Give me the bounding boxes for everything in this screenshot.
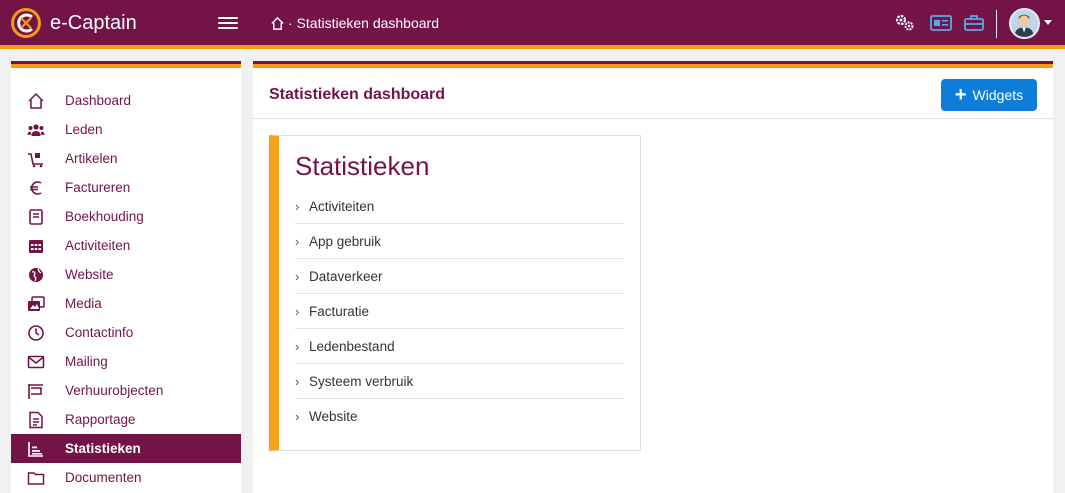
sidebar-item-media[interactable]: Media <box>11 289 241 318</box>
user-avatar[interactable] <box>1009 8 1040 39</box>
sidebar-item-label: Leden <box>65 122 103 137</box>
sidebar-item-mailing[interactable]: Mailing <box>11 347 241 376</box>
sidebar-item-verhuurobjecten[interactable]: Verhuurobjecten <box>11 376 241 405</box>
chevron-right-icon: › <box>295 198 300 214</box>
top-bar: e-Captain · Statistieken dashboard <box>0 0 1065 49</box>
chevron-right-icon: › <box>295 338 300 354</box>
report-icon <box>26 410 46 430</box>
chart-icon <box>26 439 46 459</box>
chevron-right-icon: › <box>295 303 300 319</box>
sidebar-item-contactinfo[interactable]: Contactinfo <box>11 318 241 347</box>
settings-gears-icon[interactable] <box>893 12 917 34</box>
sidebar-nav: Dashboard Leden Artikelen Factureren Boe… <box>11 86 241 492</box>
euro-icon <box>26 178 46 198</box>
widgets-button-label: Widgets <box>972 87 1024 103</box>
hamburger-line <box>218 17 238 19</box>
statistics-list: › Activiteiten › App gebruik › Dataverkeer … <box>295 189 624 434</box>
sidebar-item-boekhouding[interactable]: Boekhouding <box>11 202 241 231</box>
sidebar-item-label: Documenten <box>65 470 142 485</box>
user-avatar-icon <box>1011 10 1038 37</box>
sidebar-item-label: Statistieken <box>65 441 141 456</box>
home-icon <box>26 91 46 111</box>
chevron-right-icon: › <box>295 233 300 249</box>
sidebar-item-documenten[interactable]: Documenten <box>11 463 241 492</box>
user-menu-caret-icon[interactable] <box>1044 20 1052 25</box>
cart-icon <box>26 149 46 169</box>
clock-icon <box>26 323 46 343</box>
globe-icon <box>26 265 46 285</box>
brand-name: e-Captain <box>50 12 137 34</box>
e-captain-logo[interactable] <box>10 7 42 39</box>
stat-link-systeem-verbruik[interactable]: › Systeem verbruik <box>295 364 624 399</box>
sidebar-item-leden[interactable]: Leden <box>11 115 241 144</box>
page-title: Statistieken dashboard <box>269 86 446 103</box>
id-card-icon[interactable] <box>929 12 953 34</box>
sidebar-item-label: Verhuurobjecten <box>65 383 164 398</box>
header-divider <box>996 10 997 38</box>
hamburger-line <box>218 22 238 24</box>
home-icon[interactable] <box>270 16 285 31</box>
chevron-right-icon: › <box>295 409 300 424</box>
sign-icon <box>26 381 46 401</box>
sidebar-item-label: Activiteiten <box>65 238 131 253</box>
sidebar-item-label: Artikelen <box>65 151 118 166</box>
plus-icon: + <box>954 84 967 106</box>
sidebar-item-label: Contactinfo <box>65 325 134 340</box>
sidebar-item-dashboard[interactable]: Dashboard <box>11 86 241 115</box>
sidebar-item-label: Factureren <box>65 180 131 195</box>
stat-link-label: Website <box>309 409 358 424</box>
toolbox-icon[interactable] <box>962 12 986 34</box>
calendar-icon <box>26 236 46 256</box>
chevron-right-icon: › <box>295 373 300 389</box>
sidebar: Dashboard Leden Artikelen Factureren Boe… <box>11 61 241 493</box>
sidebar-item-artikelen[interactable]: Artikelen <box>11 144 241 173</box>
sidebar-item-label: Mailing <box>65 354 108 369</box>
stat-link-website[interactable]: › Website <box>295 399 624 434</box>
envelope-icon <box>26 352 46 372</box>
stat-link-facturatie[interactable]: › Facturatie <box>295 294 624 329</box>
breadcrumb-current: · Statistieken dashboard <box>288 15 439 31</box>
stat-link-app-gebruik[interactable]: › App gebruik <box>295 224 624 259</box>
sidebar-item-label: Boekhouding <box>65 209 144 224</box>
main-panel: Statistieken dashboard + Widgets Statist… <box>253 61 1053 493</box>
chevron-right-icon: › <box>295 268 300 284</box>
menu-toggle-button[interactable] <box>218 14 238 34</box>
images-icon <box>26 294 46 314</box>
book-icon <box>26 207 46 227</box>
users-icon <box>26 120 46 140</box>
stat-link-label: Activiteiten <box>309 198 375 214</box>
card-title: Statistieken <box>295 151 430 181</box>
stat-link-label: App gebruik <box>309 233 382 249</box>
header-divider <box>253 118 1053 119</box>
stat-link-label: Ledenbestand <box>309 338 395 354</box>
sidebar-item-activiteiten[interactable]: Activiteiten <box>11 231 241 260</box>
stat-link-label: Facturatie <box>309 303 370 319</box>
add-widgets-button[interactable]: + Widgets <box>941 79 1037 111</box>
stat-link-label: Systeem verbruik <box>309 373 414 389</box>
breadcrumb: · Statistieken dashboard <box>270 15 439 31</box>
sidebar-item-rapportage[interactable]: Rapportage <box>11 405 241 434</box>
stat-link-activiteiten[interactable]: › Activiteiten <box>295 189 624 224</box>
sidebar-item-label: Dashboard <box>65 93 132 108</box>
sidebar-item-website[interactable]: Website <box>11 260 241 289</box>
sidebar-item-statistieken[interactable]: Statistieken <box>11 434 241 463</box>
stat-link-dataverkeer[interactable]: › Dataverkeer <box>295 259 624 294</box>
sidebar-item-label: Website <box>65 267 114 282</box>
sidebar-item-label: Rapportage <box>65 412 136 427</box>
statistieken-card: Statistieken › Activiteiten › App gebruik … <box>269 135 641 451</box>
folder-icon <box>26 468 46 488</box>
sidebar-item-factureren[interactable]: Factureren <box>11 173 241 202</box>
hamburger-line <box>218 27 238 29</box>
sidebar-item-label: Media <box>65 296 102 311</box>
stat-link-label: Dataverkeer <box>309 268 383 284</box>
stat-link-ledenbestand[interactable]: › Ledenbestand <box>295 329 624 364</box>
